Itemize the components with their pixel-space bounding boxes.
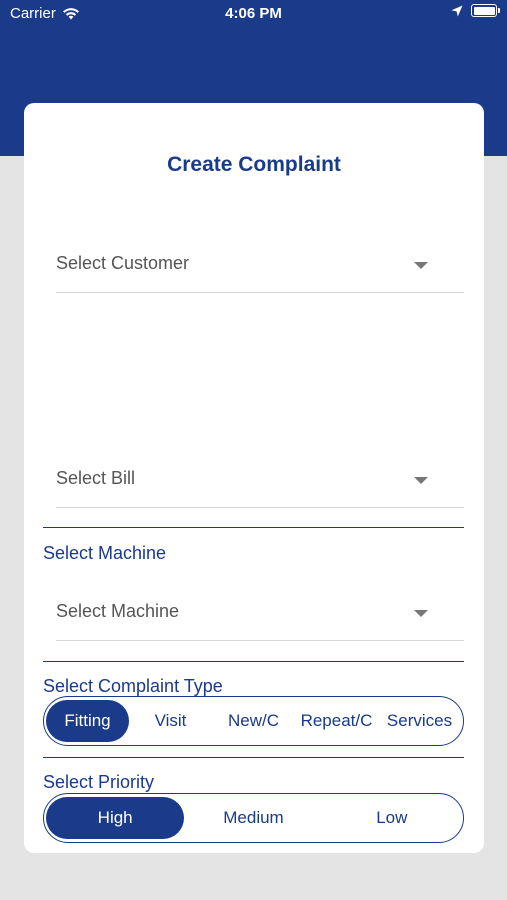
complaint-type-fitting[interactable]: Fitting xyxy=(46,700,129,742)
bill-select[interactable]: Select Bill xyxy=(56,452,464,508)
status-bar: Carrier 4:06 PM xyxy=(0,0,507,28)
complaint-type-new-c[interactable]: New/C xyxy=(212,700,295,742)
complaint-form-card: Create Complaint Select Customer Select … xyxy=(24,103,484,853)
machine-section-label: Select Machine xyxy=(43,543,167,563)
priority-low[interactable]: Low xyxy=(323,797,461,839)
complaint-type-visit[interactable]: Visit xyxy=(129,700,212,742)
battery-fill xyxy=(473,6,495,15)
machine-select[interactable]: Select Machine xyxy=(56,585,464,641)
priority-segmented-control: High Medium Low xyxy=(43,793,464,843)
priority-high[interactable]: High xyxy=(46,797,185,839)
status-right xyxy=(451,4,500,17)
status-time: 4:06 PM xyxy=(225,5,282,22)
bill-select-placeholder: Select Bill xyxy=(56,468,136,488)
chevron-down-icon xyxy=(414,477,428,484)
chevron-down-icon xyxy=(414,262,428,269)
priority-medium[interactable]: Medium xyxy=(184,797,322,839)
customer-select-placeholder: Select Customer xyxy=(56,253,190,273)
divider xyxy=(43,757,464,758)
battery-icon xyxy=(471,4,500,17)
priority-label: Select Priority xyxy=(43,772,155,792)
divider xyxy=(43,661,464,662)
location-arrow-icon xyxy=(451,5,463,16)
complaint-type-segmented-control: Fitting Visit New/C Repeat/C Services xyxy=(43,696,464,746)
customer-select[interactable]: Select Customer xyxy=(56,237,464,293)
machine-select-placeholder: Select Machine xyxy=(56,601,180,621)
complaint-type-label: Select Complaint Type xyxy=(43,676,223,696)
page-title: Create Complaint xyxy=(167,153,341,176)
chevron-down-icon xyxy=(414,610,428,617)
complaint-type-repeat-c[interactable]: Repeat/C xyxy=(295,700,378,742)
complaint-type-services[interactable]: Services xyxy=(378,700,461,742)
divider xyxy=(43,527,464,528)
